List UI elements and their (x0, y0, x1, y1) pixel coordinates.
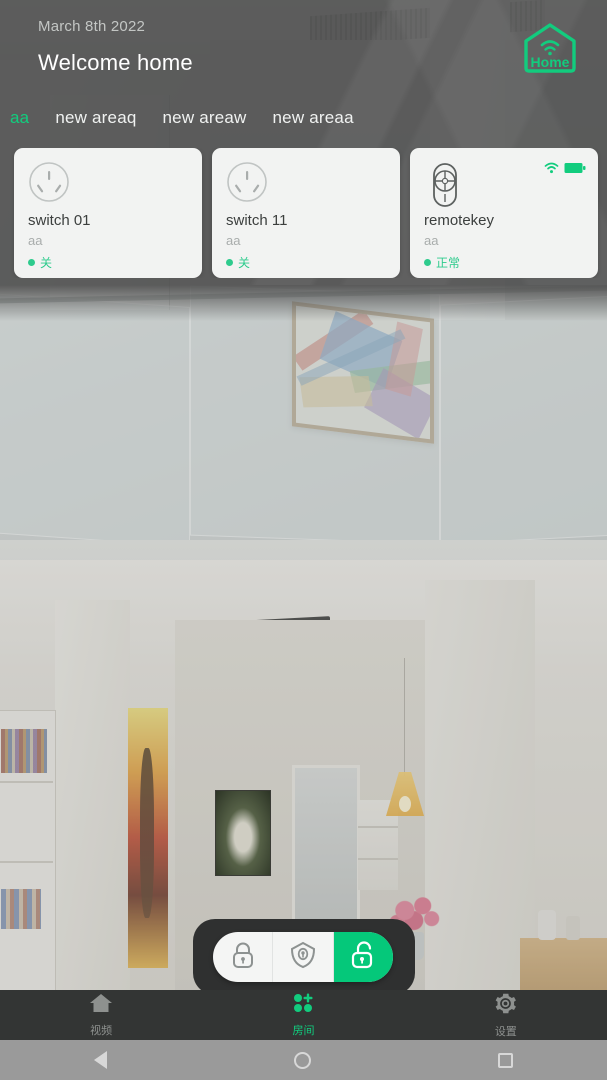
lock-closed-icon (230, 941, 256, 974)
power-socket-icon (226, 161, 268, 208)
tab-aa[interactable]: aa (10, 108, 29, 128)
area-tabs[interactable]: aa new areaq new areaw new areaa (0, 103, 607, 133)
device-card-list[interactable]: switch 01 aa 关 switch 11 aa 关 remotekey … (0, 148, 607, 278)
home-brand-logo: Home (521, 22, 579, 74)
current-date: March 8th 2022 (38, 18, 146, 35)
security-mode-switcher[interactable] (213, 932, 393, 982)
device-name: remotekey (424, 212, 495, 229)
device-area: aa (226, 233, 241, 248)
tab-new-areaw[interactable]: new areaw (163, 108, 247, 128)
svg-text:Home: Home (531, 54, 570, 70)
app-root: March 8th 2022 Welcome home Home aa new … (0, 0, 607, 1080)
device-card-remotekey[interactable]: remotekey aa 正常 (410, 148, 598, 278)
status-label: 关 (40, 256, 53, 270)
back-triangle-icon[interactable] (93, 1051, 107, 1069)
device-card-switch-01[interactable]: switch 01 aa 关 (14, 148, 202, 278)
bottom-navigation[interactable]: 视频 房间 设置 (0, 990, 607, 1040)
security-control-panel (193, 919, 415, 995)
nav-item-video[interactable]: 视频 (0, 990, 202, 1040)
nav-label-settings: 设置 (494, 1025, 517, 1038)
arm-home-button[interactable] (273, 932, 334, 982)
header: March 8th 2022 Welcome home Home aa new … (0, 0, 607, 140)
device-name: switch 11 (226, 212, 288, 229)
home-house-icon (89, 992, 113, 1019)
disarm-button[interactable] (333, 932, 393, 982)
android-system-navigation[interactable] (0, 1040, 607, 1080)
nav-item-rooms[interactable]: 房间 (202, 990, 404, 1040)
lock-open-icon (349, 940, 377, 975)
status-label: 正常 (436, 256, 461, 270)
rooms-dots-plus-icon (291, 992, 315, 1019)
device-card-switch-11[interactable]: switch 11 aa 关 (212, 148, 400, 278)
device-badges (544, 161, 586, 179)
shield-lock-icon (289, 941, 317, 974)
gear-icon (494, 992, 517, 1020)
wifi-icon (544, 161, 559, 179)
power-socket-icon (28, 161, 70, 208)
nav-label-video: 视频 (90, 1025, 113, 1037)
status-dot-icon (226, 259, 233, 266)
device-area: aa (424, 233, 439, 248)
device-area: aa (28, 233, 43, 248)
device-status: 正常 (424, 254, 460, 271)
greeting-title: Welcome home (38, 50, 193, 75)
status-dot-icon (424, 259, 431, 266)
device-name: switch 01 (28, 212, 91, 229)
nav-label-rooms: 房间 (292, 1025, 315, 1037)
status-label: 关 (238, 256, 251, 270)
battery-icon (564, 161, 586, 179)
device-status: 关 (28, 254, 52, 271)
tab-new-areaa[interactable]: new areaa (273, 108, 354, 128)
tab-new-areaq[interactable]: new areaq (55, 108, 136, 128)
header-dim-fade (0, 285, 607, 321)
remote-key-icon (424, 161, 466, 214)
recents-square-icon[interactable] (498, 1052, 514, 1068)
home-circle-icon[interactable] (293, 1051, 311, 1069)
device-status: 关 (226, 254, 250, 271)
arm-away-button[interactable] (213, 932, 274, 982)
nav-item-settings[interactable]: 设置 (405, 990, 607, 1040)
status-dot-icon (28, 259, 35, 266)
